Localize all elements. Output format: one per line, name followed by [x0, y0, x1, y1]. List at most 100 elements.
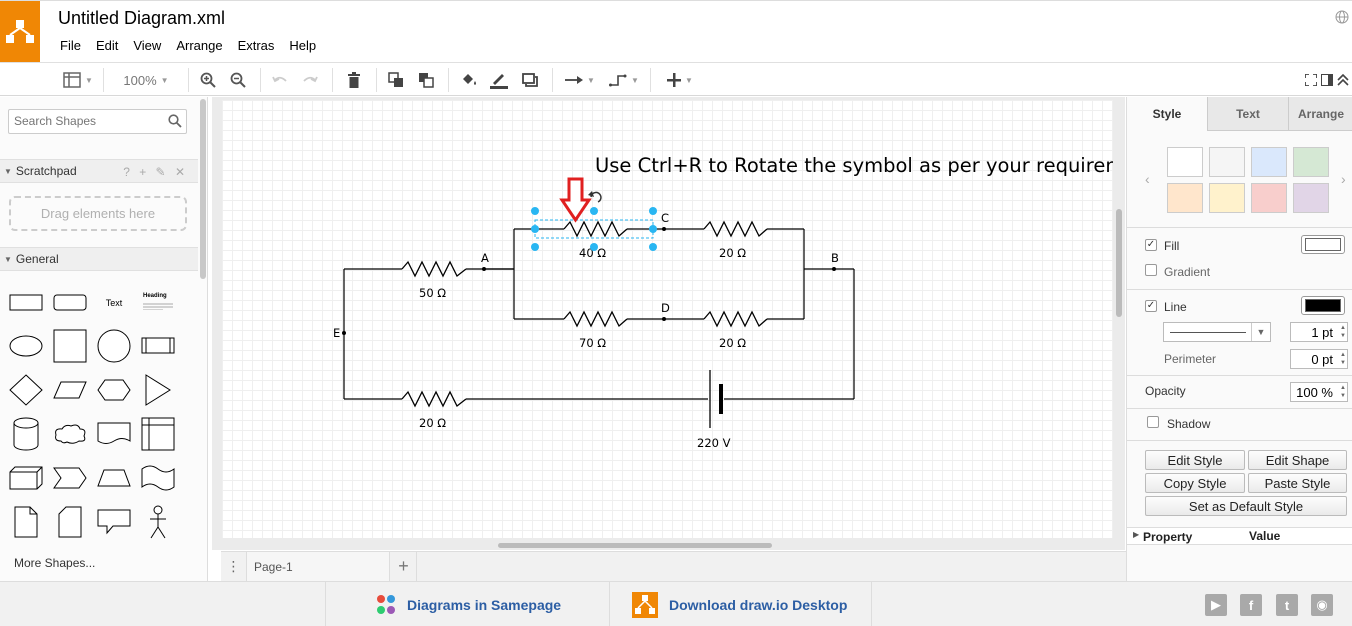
style-swatch[interactable] [1251, 183, 1287, 213]
menu-view[interactable]: View [133, 38, 161, 53]
internal-storage-shape[interactable] [138, 414, 178, 454]
style-swatch[interactable] [1209, 183, 1245, 213]
cloud-shape[interactable] [50, 414, 90, 454]
style-swatch[interactable] [1293, 147, 1329, 177]
line-pattern-select[interactable]: ▼ [1163, 322, 1271, 342]
note-shape[interactable] [6, 502, 46, 542]
sidebar-scrollbar[interactable] [200, 99, 206, 279]
twitter-icon[interactable]: t [1276, 594, 1298, 616]
chevron-left-icon[interactable]: ‹ [1145, 171, 1150, 187]
facebook-icon[interactable]: f [1240, 594, 1262, 616]
triangle-shape[interactable] [138, 370, 178, 410]
document-shape[interactable] [94, 414, 134, 454]
canvas-horizontal-scrollbar[interactable] [498, 543, 772, 548]
card-shape[interactable] [50, 502, 90, 542]
opacity-input[interactable]: 100 % ▲ ▼ [1290, 382, 1348, 402]
to-front-button[interactable] [386, 69, 406, 91]
collapse-button[interactable] [1336, 69, 1350, 91]
diamond-shape[interactable] [6, 370, 46, 410]
set-default-style-button[interactable]: Set as Default Style [1145, 496, 1347, 516]
tab-style[interactable]: Style [1127, 97, 1207, 131]
redo-button[interactable] [300, 69, 320, 91]
line-color-button[interactable] [488, 69, 510, 91]
hexagon-shape[interactable] [94, 370, 134, 410]
square-shape[interactable] [50, 326, 90, 366]
cylinder-shape[interactable] [6, 414, 46, 454]
undo-button[interactable] [270, 69, 290, 91]
scratchpad-tools[interactable]: ? + ✎ ✕ [123, 165, 188, 179]
style-swatch[interactable] [1167, 147, 1203, 177]
zoom-select[interactable]: 100% ▼ [116, 69, 176, 91]
menu-edit[interactable]: Edit [96, 38, 118, 53]
gradient-checkbox[interactable] [1145, 264, 1157, 276]
trapezoid-shape[interactable] [94, 458, 134, 498]
diagram-canvas[interactable]: Use Ctrl+R to Rotate the symbol as per y… [222, 100, 1113, 538]
callout-shape[interactable] [94, 502, 134, 542]
process-shape[interactable] [138, 326, 178, 366]
github-icon[interactable]: ◉ [1311, 594, 1333, 616]
menu-file[interactable]: File [60, 38, 81, 53]
expand-triangle-icon[interactable]: ▶ [1133, 530, 1139, 539]
globe-icon[interactable] [1335, 10, 1349, 27]
text-shape[interactable]: Text [94, 283, 134, 323]
spinner-arrows-icon[interactable]: ▲ ▼ [1340, 384, 1346, 400]
perimeter-input[interactable]: 0 pt ▲ ▼ [1290, 349, 1348, 369]
general-header[interactable]: ▼ General [0, 247, 198, 271]
document-title[interactable]: Untitled Diagram.xml [58, 8, 225, 29]
fill-color-button[interactable] [458, 69, 480, 91]
tab-arrange[interactable]: Arrange [1288, 97, 1352, 131]
cube-shape[interactable] [6, 458, 46, 498]
download-desktop-link[interactable]: Download draw.io Desktop [609, 582, 872, 626]
tab-text[interactable]: Text [1207, 97, 1288, 131]
spinner-arrows-icon[interactable]: ▲ ▼ [1340, 324, 1346, 340]
circle-shape[interactable] [94, 326, 134, 366]
page-tab[interactable]: Page-1 [247, 552, 390, 581]
style-swatch[interactable] [1293, 183, 1329, 213]
chevron-right-icon[interactable]: › [1341, 171, 1346, 187]
parallelogram-shape[interactable] [50, 370, 90, 410]
shadow-checkbox[interactable] [1147, 416, 1159, 428]
search-input[interactable] [14, 110, 164, 132]
style-swatch[interactable] [1167, 183, 1203, 213]
fullscreen-button[interactable] [1303, 69, 1319, 91]
scratchpad-header[interactable]: ▼ Scratchpad ? + ✎ ✕ [0, 159, 198, 183]
zoom-in-button[interactable] [198, 69, 218, 91]
fill-color-picker[interactable] [1301, 235, 1345, 254]
style-swatch[interactable] [1209, 147, 1245, 177]
format-panel-toggle[interactable] [1320, 69, 1334, 91]
search-icon[interactable] [168, 114, 182, 131]
to-back-button[interactable] [416, 69, 436, 91]
style-swatch[interactable] [1251, 147, 1287, 177]
menu-help[interactable]: Help [289, 38, 316, 53]
drawio-logo[interactable] [0, 1, 40, 63]
line-checkbox[interactable]: ✓ [1145, 300, 1157, 312]
connection-style-button[interactable]: ▼ [562, 69, 598, 91]
waypoints-button[interactable]: ▼ [606, 69, 642, 91]
ellipse-shape[interactable] [6, 326, 46, 366]
edit-shape-button[interactable]: Edit Shape [1248, 450, 1347, 470]
youtube-icon[interactable]: ▶ [1205, 594, 1227, 616]
insert-button[interactable]: ▼ [662, 69, 698, 91]
actor-shape[interactable] [138, 502, 178, 542]
shadow-button[interactable] [519, 69, 541, 91]
step-shape[interactable] [50, 458, 90, 498]
spinner-arrows-icon[interactable]: ▲ ▼ [1340, 351, 1346, 367]
add-page-button[interactable]: + [391, 552, 417, 581]
textbox-shape[interactable]: Heading [138, 283, 178, 323]
scratchpad-dropzone[interactable]: Drag elements here [9, 196, 187, 231]
rectangle-shape[interactable] [6, 283, 46, 323]
zoom-out-button[interactable] [228, 69, 248, 91]
line-color-picker[interactable] [1301, 296, 1345, 315]
menu-arrange[interactable]: Arrange [176, 38, 222, 53]
samepage-link[interactable]: Diagrams in Samepage [325, 582, 609, 626]
line-width-input[interactable]: 1 pt ▲ ▼ [1290, 322, 1348, 342]
pages-menu-icon[interactable]: ⋮ [221, 552, 247, 581]
copy-style-button[interactable]: Copy Style [1145, 473, 1245, 493]
menu-extras[interactable]: Extras [238, 38, 275, 53]
tape-shape[interactable] [138, 458, 178, 498]
more-shapes-link[interactable]: More Shapes... [14, 556, 95, 570]
canvas-vertical-scrollbar[interactable] [1116, 209, 1122, 317]
fill-checkbox[interactable]: ✓ [1145, 239, 1157, 251]
rounded-rectangle-shape[interactable] [50, 283, 90, 323]
edit-style-button[interactable]: Edit Style [1145, 450, 1245, 470]
